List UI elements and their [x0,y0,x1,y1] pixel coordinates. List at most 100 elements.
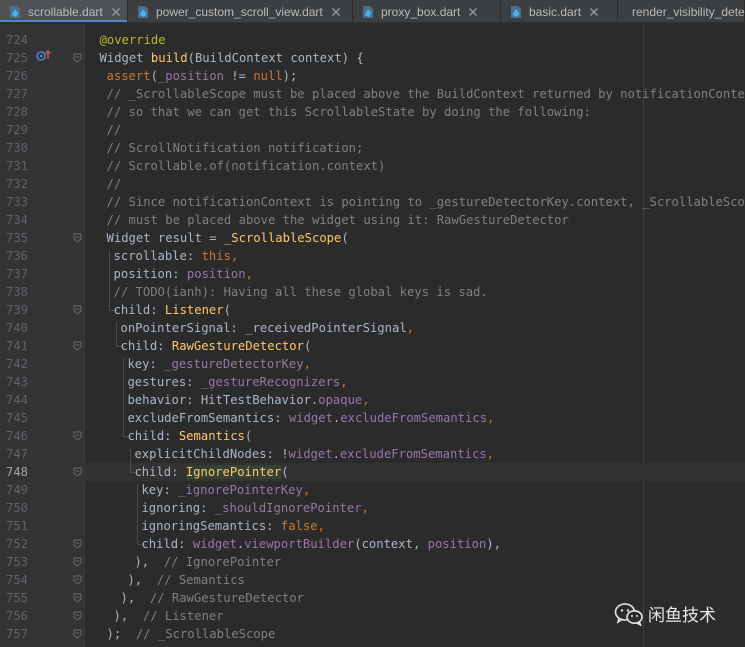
code-text: explicitChildNodes: !widget.excludeFromS… [134,445,494,463]
code-token: _gestureRecognizers [200,375,341,389]
code-line[interactable]: 733 // Since notificationContext is point… [0,193,745,211]
line-number: 728 [5,105,28,119]
code-text: scrollable: this, [114,247,239,265]
code-line[interactable]: 730 // ScrollNotification notification; [0,139,745,157]
code-token: onPointerSignal: _receivedPointerSignal [120,321,407,335]
fold-marker-icon[interactable] [73,611,82,621]
code-token: (context, [354,537,428,551]
code-line[interactable]: 728 // so that we can get this Scrollable… [0,103,745,121]
code-line[interactable]: 729 // [0,121,745,139]
fold-marker-icon[interactable] [73,341,82,351]
fold-marker-icon[interactable] [73,53,82,63]
fold-marker-icon[interactable] [73,557,82,567]
tab-proxy-box-dart[interactable]: proxy_box.dart [353,0,501,22]
code-line[interactable]: 754), // Semantics [0,571,745,589]
code-token: _gestureDetectorKey [164,357,304,371]
fold-marker-icon[interactable] [73,593,82,603]
code-token: widget [288,447,333,461]
fold-marker-icon[interactable] [73,539,82,549]
code-token: widget [192,537,237,551]
close-icon[interactable] [111,7,121,17]
code-line[interactable]: 734 // must be placed above the widget us… [0,211,745,229]
code-token: (BuildContext context) { [187,51,364,65]
code-line[interactable]: 752 child: widget.viewportBuilder(context… [0,535,745,553]
close-icon[interactable] [331,7,341,17]
code-line[interactable]: 757); // _ScrollableScope [0,625,745,643]
close-icon[interactable] [589,7,599,17]
dart-file-icon [511,5,521,18]
tab-power-custom-scroll-view-dart[interactable]: power_custom_scroll_view.dart [128,0,353,22]
code-line[interactable]: 731 // Scrollable.of(notification.context… [0,157,745,175]
wechat-logo-icon [614,602,643,626]
code-token: ( [281,465,289,479]
code-token: scrollable: [113,249,202,263]
fold-marker-icon[interactable] [73,629,82,639]
fold-marker-icon[interactable] [73,233,82,243]
line-number: 732 [5,177,28,191]
code-token: _ScrollableScope [223,231,342,245]
fold-marker-icon[interactable] [73,305,82,315]
code-line[interactable]: 738 // TODO(ianh): Having all these globa… [0,283,745,301]
code-text: // [107,121,122,139]
code-token: key: [127,357,165,371]
code-line[interactable]: 737 position: position, [0,265,745,283]
code-token: ); [282,69,298,83]
code-line[interactable]: 724 @override [0,31,745,49]
code-token: key: [141,483,179,497]
code-token: _ignorePointerKey [178,483,303,497]
line-number: 743 [5,375,28,389]
line-number: 748 [5,465,28,479]
code-token: ), [120,591,150,605]
code-line[interactable]: 749 key: _ignorePointerKey, [0,481,745,499]
code-token: excludeFromSemantics [339,447,487,461]
code-text: ignoring: _shouldIgnorePointer, [141,499,368,517]
code-line[interactable]: 748 child: IgnorePointer( [0,463,745,481]
code-token: RawGestureDetector [171,339,304,353]
code-token: Semantics [178,429,245,443]
code-line[interactable]: 747 explicitChildNodes: !widget.excludeFr… [0,445,745,463]
fold-marker-icon[interactable] [73,575,82,585]
code-line[interactable]: 739 child: Listener( [0,301,745,319]
code-line[interactable]: 735 Widget result = _ScrollableScope( [0,229,745,247]
code-token: ( [150,69,158,83]
code-line[interactable]: 740 onPointerSignal: _receivedPointerSign… [0,319,745,337]
code-line[interactable]: 732 // [0,175,745,193]
fold-marker-icon[interactable] [73,431,82,441]
code-line[interactable]: 744 behavior: HitTestBehavior.opaque, [0,391,745,409]
code-line[interactable]: 741 child: RawGestureDetector( [0,337,745,355]
watermark-text: 闲鱼技术 [648,606,716,626]
tab-basic-dart[interactable]: basic.dart [501,0,618,22]
code-token: explicitChildNodes: ! [134,447,289,461]
fold-marker-icon[interactable] [73,467,82,477]
line-number: 744 [5,393,28,407]
code-token: // Scrollable.of(notification.context) [106,159,386,173]
code-line[interactable]: 742 key: _gestureDetectorKey, [0,355,745,373]
line-number: 727 [5,87,28,101]
code-token: ( [223,303,231,317]
code-line[interactable]: 726 assert(_position != null); [0,67,745,85]
code-text: ), // RawGestureDetector [121,589,304,607]
line-number: 745 [5,411,28,425]
code-token: // Listener [142,609,224,623]
code-line[interactable]: 743 gestures: _gestureRecognizers, [0,373,745,391]
code-line[interactable]: 750 ignoring: _shouldIgnorePointer, [0,499,745,517]
code-token: , [486,447,495,461]
code-token: Widget result = [106,231,224,245]
code-line[interactable]: 725 Widget build(BuildContext context) { [0,49,745,67]
code-line[interactable]: 753), // IgnorePointer [0,553,745,571]
line-number: 736 [5,249,28,263]
code-line[interactable]: 751 ignoringSemantics: false, [0,517,745,535]
code-line[interactable]: 727 // _ScrollableScope must be placed ab… [0,85,745,103]
tab-render-visibility-dete[interactable]: render_visibility_dete [618,0,745,22]
code-token: // [106,123,122,137]
code-line[interactable]: 736 scrollable: this, [0,247,745,265]
code-editor[interactable]: 724 @override 725 Widget build(BuildContext… [0,24,745,647]
code-text: assert(_position != null); [107,67,298,85]
tab-scrollable-dart[interactable]: scrollable.dart [0,0,128,22]
code-token: , [406,321,415,335]
code-text: ), // Semantics [127,571,244,589]
line-number: 746 [5,429,28,443]
code-line[interactable]: 746 child: Semantics( [0,427,745,445]
code-line[interactable]: 745 excludeFromSemantics: widget.excludeF… [0,409,745,427]
close-icon[interactable] [468,7,478,17]
